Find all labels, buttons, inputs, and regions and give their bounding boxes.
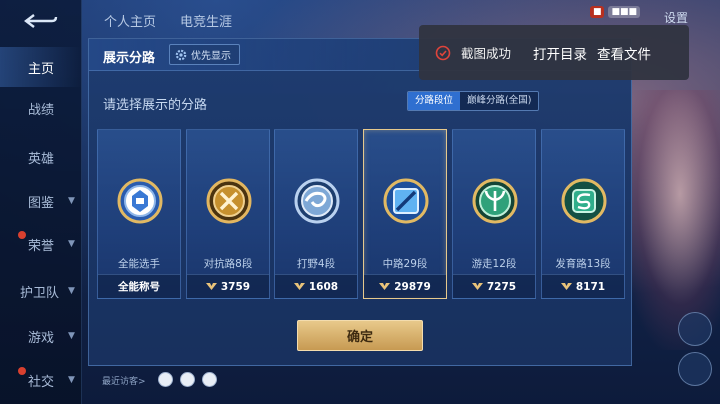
confirm-button[interactable]: 确定 [297,320,423,351]
sidebar-item-honor[interactable]: 荣誉 ▼ [0,224,82,264]
dialog-title: 展示分路 [103,51,156,66]
card-label: 对抗路8段 [203,258,253,270]
card-footer: 8171 [542,274,624,298]
card-label: 中路29段 [382,258,428,270]
sidebar-item-label: 主页 [28,61,55,77]
sidebar-item-label: 护卫队 [20,285,60,301]
lane-card-jungle[interactable]: 打野4段 1608 [274,129,358,299]
chevron-down-icon: ▼ [68,239,75,249]
card-value: 8171 [575,280,606,293]
priority-label: 优先显示 [191,51,231,62]
jungle-emblem-icon [294,178,340,224]
lane-card-mid[interactable]: 中路29段 29879 [363,129,447,299]
card-label: 游走12段 [471,258,517,270]
hero-artwork [620,90,720,350]
notification-dot [18,231,26,239]
sidebar-item-label: 荣誉 [28,238,55,254]
lane-card-farm[interactable]: 发育路13段 8171 [541,129,625,299]
check-circle-icon [435,45,451,60]
tab-esports-career[interactable]: 电竞生涯 [180,11,232,30]
settings-button[interactable]: 设置 [664,9,688,26]
side-action-button[interactable] [678,352,712,386]
sidebar-item-label: 游戏 [28,330,55,346]
chevron-down-icon: ▼ [68,196,75,206]
sidebar: 主页 战绩 英雄 图鉴 ▼ 荣誉 ▼ 护卫队 ▼ 游戏 ▼ 社交 ▼ [0,0,82,404]
power-icon [471,283,483,290]
display-lane-dialog: 展示分路 优先显示 请选择展示的分路 分路段位 巅峰分路(全国) 全能选手 全能… [88,38,632,366]
lane-card-roam[interactable]: 游走12段 7275 [452,129,536,299]
chevron-down-icon: ▼ [68,331,75,341]
card-footer: 29879 [364,274,446,298]
card-value: 3759 [220,280,251,293]
clash-lane-emblem-icon [206,178,252,224]
card-value: 7275 [486,280,517,293]
lane-card-clash[interactable]: 对抗路8段 3759 [186,129,270,299]
back-arrow-icon [24,14,58,28]
card-value: 29879 [394,280,431,293]
card-footer: 3759 [187,274,269,298]
lane-cards: 全能选手 全能称号 对抗路8段 3759 打野4段 1608 中路29段 298… [97,129,625,299]
sidebar-item-record[interactable]: 战绩 [0,88,82,128]
segment-toggle: 分路段位 巅峰分路(全国) [407,91,540,111]
recent-visitors-link[interactable]: 最近访客> [102,374,146,387]
roam-emblem-icon [472,178,518,224]
power-icon [379,283,391,290]
screenshot-toast: 截图成功 打开目录 查看文件 [419,25,689,80]
badge-icon: ■■■ [608,6,640,18]
allround-emblem-icon [117,178,163,224]
sidebar-item-guard[interactable]: 护卫队 ▼ [0,271,82,311]
sidebar-item-home[interactable]: 主页 [0,47,82,87]
sidebar-item-codex[interactable]: 图鉴 ▼ [0,181,82,221]
avatar[interactable] [180,372,195,387]
card-footer: 1608 [275,274,357,298]
back-button[interactable] [22,10,60,32]
top-badges: ■ ■■■ [589,6,640,18]
sidebar-item-label: 战绩 [28,102,55,118]
priority-display-button[interactable]: 优先显示 [169,44,240,65]
sidebar-item-games[interactable]: 游戏 ▼ [0,316,82,356]
sidebar-item-label: 图鉴 [28,195,55,211]
power-icon [205,283,217,290]
avatar[interactable] [158,372,173,387]
segment-peak-lane[interactable]: 巅峰分路(全国) [460,92,539,110]
view-file-button[interactable]: 查看文件 [597,43,651,63]
card-footer: 7275 [453,274,535,298]
card-label: 全能选手 [118,258,160,270]
sidebar-item-label: 社交 [28,374,55,390]
avatar[interactable] [202,372,217,387]
power-icon [293,283,305,290]
chevron-down-icon: ▼ [68,375,75,385]
chevron-down-icon: ▼ [68,286,75,296]
lane-card-allround[interactable]: 全能选手 全能称号 [97,129,181,299]
segment-lane-rank[interactable]: 分路段位 [408,92,461,110]
card-footer: 全能称号 [98,274,180,298]
card-value: 全能称号 [118,281,160,293]
open-directory-button[interactable]: 打开目录 [533,43,587,63]
card-label: 打野4段 [296,258,336,270]
sidebar-item-label: 英雄 [28,151,55,167]
sidebar-item-heroes[interactable]: 英雄 [0,137,82,177]
badge-icon: ■ [589,6,605,18]
mid-lane-emblem-icon [383,178,429,224]
power-icon [560,283,572,290]
prompt-text: 请选择展示的分路 [103,98,208,113]
sidebar-item-social[interactable]: 社交 ▼ [0,360,82,400]
card-value: 1608 [308,280,339,293]
gear-icon [175,49,187,60]
toast-message: 截图成功 [461,46,512,61]
notification-dot [18,367,26,375]
tab-profile[interactable]: 个人主页 [104,11,156,30]
side-action-button[interactable] [678,312,712,346]
farm-lane-emblem-icon [561,178,607,224]
card-label: 发育路13段 [555,258,611,270]
